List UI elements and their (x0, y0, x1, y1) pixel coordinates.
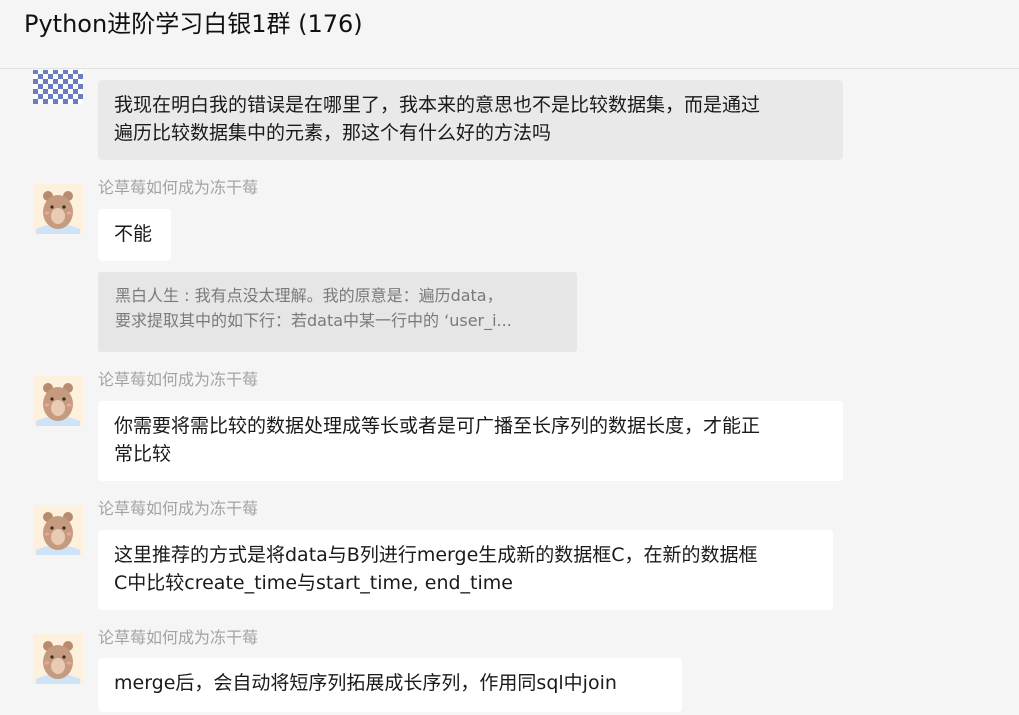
message-bubble[interactable]: 这里推荐的方式是将data与B列进行merge生成新的数据框C，在新的数据框 C… (98, 530, 833, 610)
message-text-line: merge后，会自动将短序列拓展成长序列，作用同sql中join (114, 672, 617, 694)
message-text-line: C中比较create_time与start_time, end_time (114, 572, 513, 594)
message-bubble[interactable]: 不能 (98, 209, 171, 261)
quoted-message[interactable]: 黑白人生 : 我有点没太理解。我的原意是：遍历data， 要求提取其中的如下行：… (98, 272, 577, 352)
message-text-line: 常比较 (114, 443, 172, 465)
mosaic-avatar[interactable] (33, 70, 83, 104)
quote-text-line: 要求提取其中的如下行：若data中某一行中的 ‘user_i... (115, 311, 512, 330)
sender-name: 论草莓如何成为冻干莓 (98, 178, 259, 197)
sender-name: 论草莓如何成为冻干莓 (98, 370, 259, 389)
message-bubble[interactable]: 你需要将需比较的数据处理成等长或者是可广播至长序列的数据长度，才能正 常比较 (98, 401, 843, 481)
sender-name: 论草莓如何成为冻干莓 (98, 628, 259, 647)
message-bubble[interactable]: merge后，会自动将短序列拓展成长序列，作用同sql中join (98, 658, 682, 712)
message-bubble[interactable]: 我现在明白我的错误是在哪里了，我本来的意思也不是比较数据集，而是通过 遍历比较数… (98, 80, 843, 160)
message-text-line: 这里推荐的方式是将data与B列进行merge生成新的数据框C，在新的数据框 (114, 544, 758, 566)
message-text-line: 你需要将需比较的数据处理成等长或者是可广播至长序列的数据长度，才能正 (114, 415, 761, 437)
message-text-line: 遍历比较数据集中的元素，那这个有什么好的方法吗 (114, 122, 552, 144)
quote-text-line: 黑白人生 : 我有点没太理解。我的原意是：遍历data， (115, 286, 503, 305)
message-list[interactable]: 我现在明白我的错误是在哪里了，我本来的意思也不是比较数据集，而是通过 遍历比较数… (0, 70, 1019, 715)
message-text-line: 我现在明白我的错误是在哪里了，我本来的意思也不是比较数据集，而是通过 (114, 94, 761, 116)
sender-name: 论草莓如何成为冻干莓 (98, 499, 259, 518)
bear-avatar[interactable] (33, 184, 83, 234)
chat-title: Python进阶学习白银1群 (176) (24, 10, 363, 38)
bear-avatar[interactable] (33, 376, 83, 426)
bear-avatar[interactable] (33, 634, 83, 684)
message-text-line: 不能 (114, 223, 153, 245)
chat-header: Python进阶学习白银1群 (176) (0, 0, 1019, 69)
bear-avatar[interactable] (33, 505, 83, 555)
